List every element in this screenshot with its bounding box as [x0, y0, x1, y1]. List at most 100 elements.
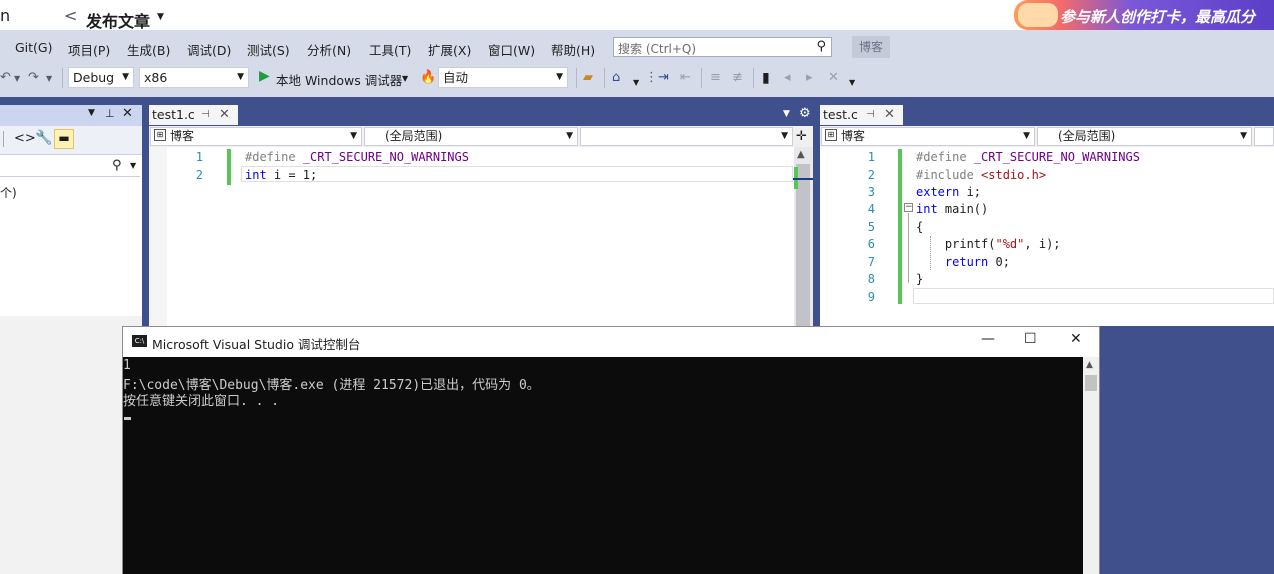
chevron-down-icon[interactable]: ▼	[633, 78, 639, 87]
flame-icon[interactable]: 🔥	[420, 70, 436, 85]
chevron-down-icon[interactable]: ▼	[849, 78, 855, 87]
chevron-down-icon: ▼	[1023, 131, 1030, 141]
menu-extensions[interactable]: 扩展(X)	[428, 40, 471, 59]
project-icon: ⊞	[825, 129, 837, 141]
menu-git[interactable]: Git(G)	[15, 40, 53, 55]
indent-guide	[930, 236, 932, 270]
redo-icon[interactable]: ↷	[28, 70, 39, 85]
menu-debug[interactable]: 调试(D)	[187, 40, 231, 59]
panel-search-input[interactable]: ⚲ ▼	[0, 156, 140, 177]
close-icon[interactable]: ✕	[122, 106, 133, 121]
comment-icon[interactable]: ≡	[710, 70, 721, 85]
close-icon[interactable]: ✕	[219, 105, 230, 125]
minimize-icon[interactable]: —	[981, 331, 995, 347]
toolbar-separator	[604, 68, 605, 88]
code-line: extern i;	[916, 185, 982, 199]
grip-icon: ⋮	[645, 70, 658, 85]
chevron-down-icon[interactable]: ▼	[402, 74, 408, 83]
play-icon[interactable]: ▶	[259, 68, 270, 84]
menu-project[interactable]: 项目(P)	[68, 40, 110, 59]
console-line: 按任意键关闭此窗口. . .	[123, 394, 280, 409]
line-number: 2	[195, 168, 203, 182]
back-icon[interactable]: <	[64, 6, 77, 25]
pin-icon[interactable]: ⊣	[201, 105, 210, 125]
glyph-margin	[149, 147, 167, 326]
close-icon[interactable]: ✕	[1070, 331, 1082, 347]
menu-window[interactable]: 窗口(W)	[488, 40, 535, 59]
line-number: 1	[195, 150, 203, 164]
vertical-scrollbar[interactable]: ▲	[793, 147, 813, 326]
console-scrollbar[interactable]: ▲	[1083, 357, 1099, 574]
search-input[interactable]: 搜索 (Ctrl+Q) ⚲	[613, 37, 832, 57]
maximize-icon[interactable]: ☐	[1024, 331, 1037, 347]
console-title-bar[interactable]: C:\ Microsoft Visual Studio 调试控制台	[123, 327, 1099, 357]
menu-test[interactable]: 测试(S)	[247, 40, 290, 59]
scroll-up-icon[interactable]: ▲	[797, 149, 805, 160]
project-scope-select[interactable]: ⊞ 博客 ▼	[150, 127, 362, 146]
project-scope-select[interactable]: ⊞ 博客 ▼	[821, 127, 1035, 146]
home-icon[interactable]: ⌂	[612, 70, 620, 85]
global-scope-select[interactable]: (全局范围) ▼	[364, 127, 578, 146]
tab-test1-c[interactable]: test1.c ⊣ ✕	[149, 105, 238, 125]
scroll-up-icon[interactable]: ▲	[1086, 360, 1093, 370]
chevron-down-icon: ▼	[122, 72, 129, 82]
step-icon[interactable]: ⇥	[658, 70, 669, 85]
code-icon[interactable]: <>	[14, 131, 36, 146]
panel-empty-area	[0, 316, 142, 574]
banner-text: 参与新人创作打卡，最高瓜分	[1060, 8, 1256, 26]
member-select[interactable]: ▼	[580, 127, 793, 146]
run-debugger-button[interactable]: 本地 Windows 调试器	[276, 70, 402, 89]
chevron-down-icon[interactable]: ▼	[46, 74, 52, 83]
toolbar-separator	[701, 68, 702, 88]
config-value: Debug	[73, 70, 115, 85]
platform-select[interactable]: x86 ▼	[139, 67, 249, 88]
member-select[interactable]	[1254, 127, 1274, 146]
uncomment-icon[interactable]: ≢	[732, 70, 743, 85]
current-line-highlight	[913, 288, 1274, 304]
scroll-thumb[interactable]	[796, 164, 810, 326]
pin-icon[interactable]: ⊣	[866, 105, 875, 125]
split-icon[interactable]: ✛	[796, 129, 807, 144]
code-line: printf("%d", i);	[916, 237, 1061, 251]
auto-select[interactable]: 自动 ▼	[438, 67, 568, 88]
chevron-down-icon: ▼	[566, 131, 573, 141]
line-number: 8	[867, 272, 875, 286]
bookmark-icon[interactable]: ▮	[762, 70, 770, 86]
scroll-thumb[interactable]	[1085, 375, 1097, 391]
pin-icon[interactable]: ⊥	[105, 107, 115, 120]
collapse-icon[interactable]: ▬	[54, 129, 74, 149]
prev-bookmark-icon[interactable]: ◂	[784, 70, 791, 85]
folder-icon[interactable]: ▰	[583, 70, 593, 85]
menu-help[interactable]: 帮助(H)	[551, 40, 595, 59]
project-scope-value: 博客	[170, 129, 195, 143]
change-indicator	[898, 149, 902, 304]
current-line-highlight	[241, 166, 793, 182]
wrench-icon[interactable]: 🔧	[35, 130, 52, 146]
menu-build[interactable]: 生成(B)	[127, 40, 170, 59]
next-bookmark-icon[interactable]: ▸	[806, 70, 813, 85]
chevron-down-icon[interactable]: ▼	[14, 74, 20, 83]
collapse-toggle-icon[interactable]: −	[904, 203, 913, 212]
code-line: #define _CRT_SECURE_NO_WARNINGS	[245, 150, 469, 164]
menu-tools[interactable]: 工具(T)	[369, 40, 411, 59]
promo-banner[interactable]: 参与新人创作打卡，最高瓜分	[1014, 0, 1274, 30]
close-icon[interactable]: ✕	[884, 105, 895, 125]
line-number: 2	[867, 168, 875, 182]
splitter[interactable]	[813, 105, 820, 326]
line-number: 9	[867, 290, 875, 304]
chevron-down-icon[interactable]: ▼	[88, 108, 95, 118]
config-select[interactable]: Debug ▼	[68, 67, 134, 88]
clear-bookmarks-icon[interactable]: ✕	[828, 70, 839, 85]
chevron-down-icon[interactable]: ▼	[783, 109, 790, 119]
step-out-icon[interactable]: ⇤	[680, 70, 691, 85]
menu-analyze[interactable]: 分析(N)	[307, 40, 351, 59]
global-scope-select[interactable]: (全局范围) ▼	[1037, 127, 1252, 146]
chevron-down-icon[interactable]: ▼	[157, 12, 164, 22]
tab-test-c[interactable]: test.c ⊣ ✕	[820, 105, 903, 125]
search-icon: ⚲	[816, 39, 826, 54]
undo-icon[interactable]: ↶	[0, 70, 11, 85]
code-line: #include <stdio.h>	[916, 168, 1047, 182]
chevron-down-icon[interactable]: ▼	[130, 161, 136, 170]
tree-item[interactable]: 个)	[0, 184, 17, 201]
gear-icon[interactable]: ⚙	[799, 106, 811, 121]
